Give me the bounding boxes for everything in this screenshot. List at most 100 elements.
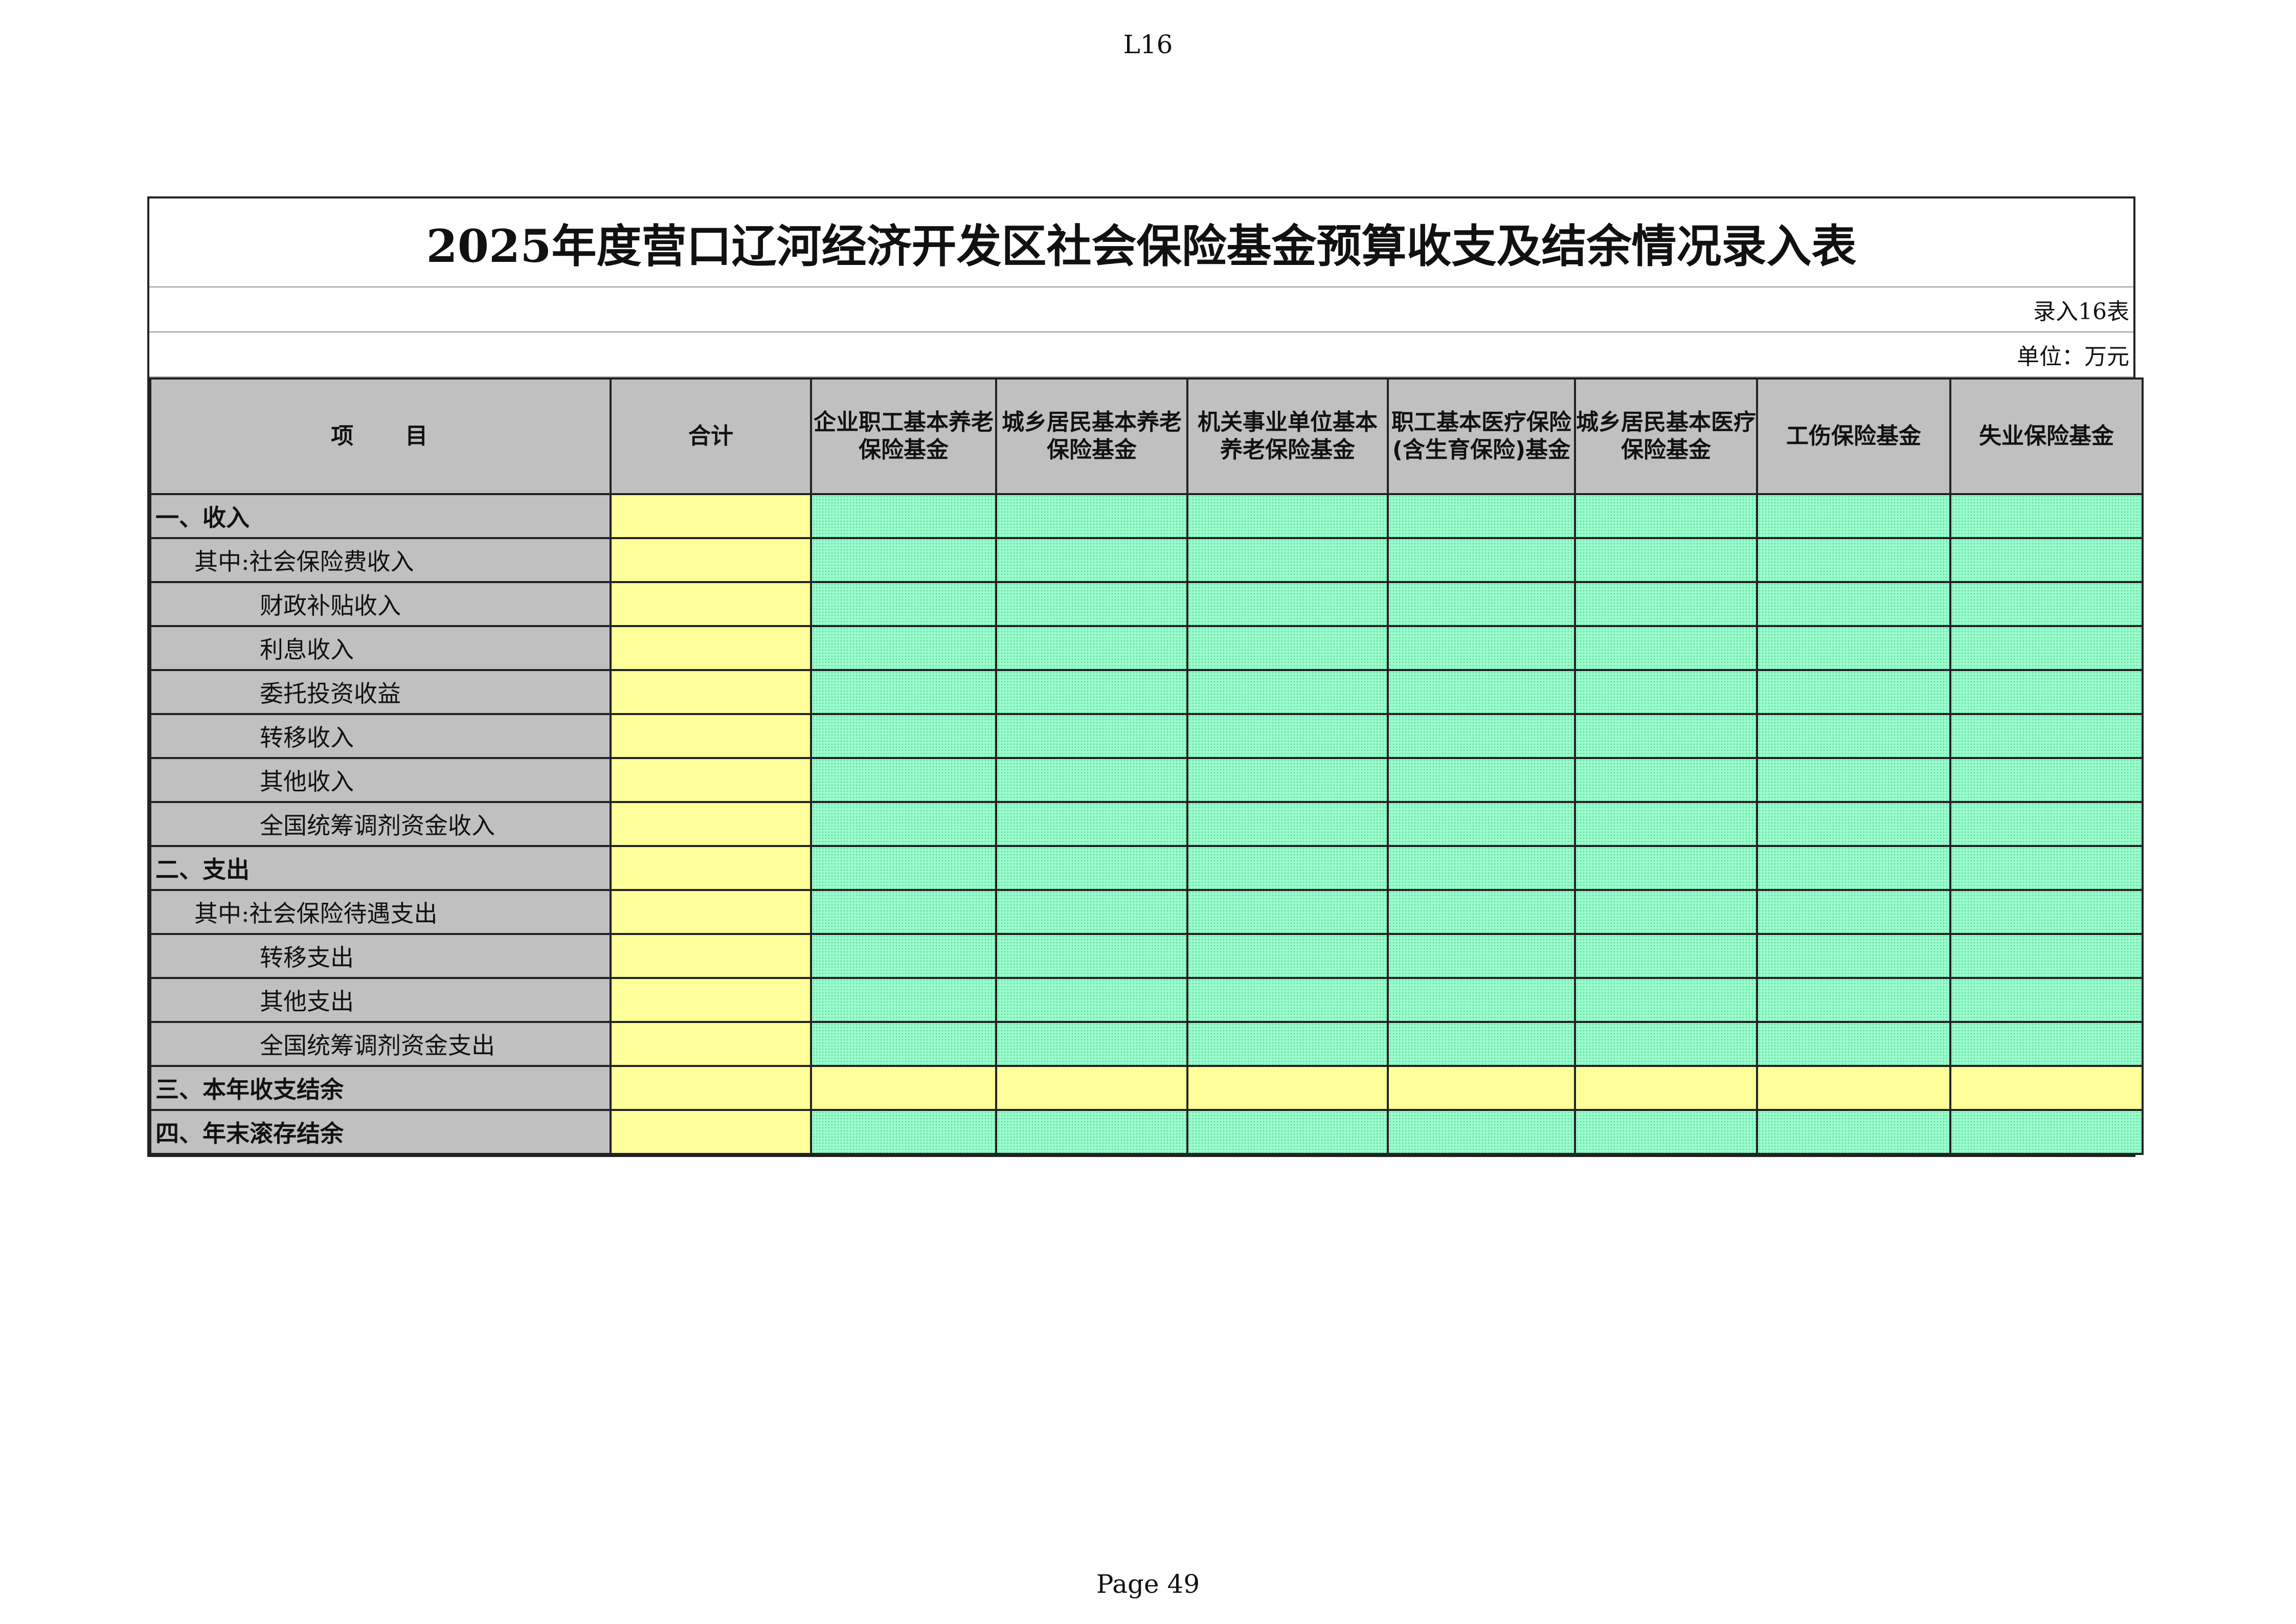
cell-injury-insurance[interactable]: [1756, 713, 1951, 759]
cell-institution-pension[interactable]: [1186, 1065, 1389, 1111]
cell-unemployment-insurance[interactable]: [1949, 625, 2144, 671]
cell-institution-pension[interactable]: [1186, 537, 1389, 583]
cell-unemployment-insurance[interactable]: [1949, 933, 2144, 979]
cell-employee-medical[interactable]: [1387, 845, 1576, 891]
cell-institution-pension[interactable]: [1186, 625, 1389, 671]
cell-unemployment-insurance[interactable]: [1949, 757, 2144, 803]
cell-injury-insurance[interactable]: [1756, 1109, 1951, 1155]
cell-enterprise-pension[interactable]: [810, 1021, 997, 1067]
cell-resident-pension[interactable]: [995, 1065, 1188, 1111]
cell-employee-medical[interactable]: [1387, 1065, 1576, 1111]
cell-resident-medical[interactable]: [1574, 1021, 1758, 1067]
cell-injury-insurance[interactable]: [1756, 889, 1951, 935]
cell-institution-pension[interactable]: [1186, 977, 1389, 1023]
cell-total[interactable]: [610, 801, 812, 847]
cell-total[interactable]: [610, 581, 812, 627]
cell-employee-medical[interactable]: [1387, 581, 1576, 627]
cell-enterprise-pension[interactable]: [810, 933, 997, 979]
cell-unemployment-insurance[interactable]: [1949, 845, 2144, 891]
cell-enterprise-pension[interactable]: [810, 713, 997, 759]
cell-resident-pension[interactable]: [995, 757, 1188, 803]
cell-institution-pension[interactable]: [1186, 757, 1389, 803]
cell-resident-pension[interactable]: [995, 1021, 1188, 1067]
cell-employee-medical[interactable]: [1387, 801, 1576, 847]
cell-employee-medical[interactable]: [1387, 537, 1576, 583]
cell-unemployment-insurance[interactable]: [1949, 889, 2144, 935]
cell-unemployment-insurance[interactable]: [1949, 581, 2144, 627]
cell-total[interactable]: [610, 669, 812, 715]
cell-resident-pension[interactable]: [995, 1109, 1188, 1155]
cell-employee-medical[interactable]: [1387, 757, 1576, 803]
cell-unemployment-insurance[interactable]: [1949, 669, 2144, 715]
cell-employee-medical[interactable]: [1387, 977, 1576, 1023]
cell-enterprise-pension[interactable]: [810, 845, 997, 891]
cell-institution-pension[interactable]: [1186, 1021, 1389, 1067]
cell-employee-medical[interactable]: [1387, 493, 1576, 539]
cell-unemployment-insurance[interactable]: [1949, 801, 2144, 847]
cell-enterprise-pension[interactable]: [810, 1109, 997, 1155]
cell-unemployment-insurance[interactable]: [1949, 1065, 2144, 1111]
cell-resident-medical[interactable]: [1574, 757, 1758, 803]
cell-resident-medical[interactable]: [1574, 933, 1758, 979]
cell-resident-pension[interactable]: [995, 669, 1188, 715]
cell-unemployment-insurance[interactable]: [1949, 713, 2144, 759]
cell-unemployment-insurance[interactable]: [1949, 493, 2144, 539]
cell-resident-medical[interactable]: [1574, 889, 1758, 935]
cell-enterprise-pension[interactable]: [810, 537, 997, 583]
cell-enterprise-pension[interactable]: [810, 493, 997, 539]
cell-injury-insurance[interactable]: [1756, 1065, 1951, 1111]
cell-injury-insurance[interactable]: [1756, 625, 1951, 671]
cell-enterprise-pension[interactable]: [810, 977, 997, 1023]
cell-injury-insurance[interactable]: [1756, 493, 1951, 539]
cell-resident-pension[interactable]: [995, 625, 1188, 671]
cell-institution-pension[interactable]: [1186, 845, 1389, 891]
cell-injury-insurance[interactable]: [1756, 757, 1951, 803]
cell-employee-medical[interactable]: [1387, 713, 1576, 759]
cell-resident-pension[interactable]: [995, 977, 1188, 1023]
cell-injury-insurance[interactable]: [1756, 933, 1951, 979]
cell-employee-medical[interactable]: [1387, 933, 1576, 979]
cell-injury-insurance[interactable]: [1756, 669, 1951, 715]
cell-injury-insurance[interactable]: [1756, 1021, 1951, 1067]
cell-injury-insurance[interactable]: [1756, 977, 1951, 1023]
cell-injury-insurance[interactable]: [1756, 581, 1951, 627]
cell-resident-medical[interactable]: [1574, 801, 1758, 847]
cell-resident-pension[interactable]: [995, 933, 1188, 979]
cell-total[interactable]: [610, 493, 812, 539]
cell-total[interactable]: [610, 845, 812, 891]
cell-resident-pension[interactable]: [995, 537, 1188, 583]
cell-total[interactable]: [610, 537, 812, 583]
cell-enterprise-pension[interactable]: [810, 757, 997, 803]
cell-resident-pension[interactable]: [995, 889, 1188, 935]
cell-resident-medical[interactable]: [1574, 977, 1758, 1023]
cell-resident-pension[interactable]: [995, 493, 1188, 539]
cell-institution-pension[interactable]: [1186, 713, 1389, 759]
cell-resident-medical[interactable]: [1574, 581, 1758, 627]
cell-enterprise-pension[interactable]: [810, 1065, 997, 1111]
cell-resident-medical[interactable]: [1574, 537, 1758, 583]
cell-resident-pension[interactable]: [995, 713, 1188, 759]
cell-enterprise-pension[interactable]: [810, 625, 997, 671]
cell-institution-pension[interactable]: [1186, 933, 1389, 979]
cell-total[interactable]: [610, 1021, 812, 1067]
cell-unemployment-insurance[interactable]: [1949, 1021, 2144, 1067]
cell-institution-pension[interactable]: [1186, 669, 1389, 715]
cell-resident-pension[interactable]: [995, 581, 1188, 627]
cell-unemployment-insurance[interactable]: [1949, 977, 2144, 1023]
cell-resident-medical[interactable]: [1574, 669, 1758, 715]
cell-total[interactable]: [610, 625, 812, 671]
cell-total[interactable]: [610, 1065, 812, 1111]
cell-total[interactable]: [610, 889, 812, 935]
cell-enterprise-pension[interactable]: [810, 581, 997, 627]
cell-enterprise-pension[interactable]: [810, 669, 997, 715]
cell-institution-pension[interactable]: [1186, 1109, 1389, 1155]
cell-employee-medical[interactable]: [1387, 889, 1576, 935]
cell-resident-medical[interactable]: [1574, 1109, 1758, 1155]
cell-unemployment-insurance[interactable]: [1949, 537, 2144, 583]
cell-institution-pension[interactable]: [1186, 801, 1389, 847]
cell-resident-medical[interactable]: [1574, 625, 1758, 671]
cell-resident-pension[interactable]: [995, 845, 1188, 891]
cell-resident-medical[interactable]: [1574, 713, 1758, 759]
cell-total[interactable]: [610, 1109, 812, 1155]
cell-resident-medical[interactable]: [1574, 1065, 1758, 1111]
